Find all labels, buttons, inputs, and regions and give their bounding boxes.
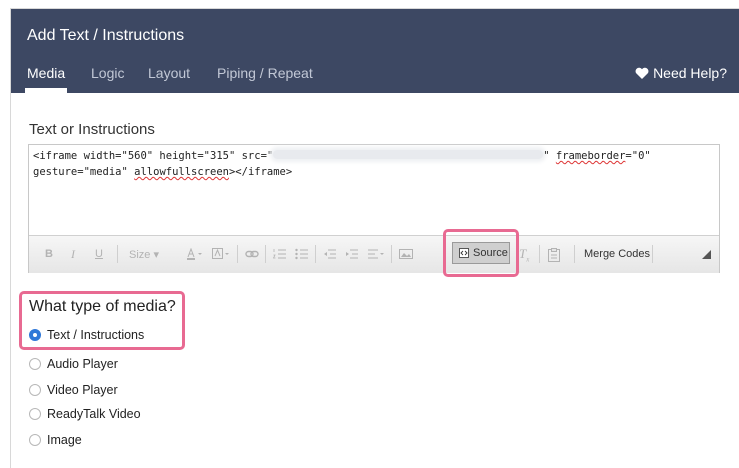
code-segment: <iframe width="560" height="315" src=" <box>33 150 274 162</box>
code-segment: ="0" <box>625 150 651 162</box>
toolbar-separator <box>265 245 266 263</box>
dialog-header: Add Text / Instructions Media Logic Layo… <box>11 9 739 93</box>
radio-icon[interactable] <box>29 434 41 446</box>
align-dropdown-icon[interactable] <box>367 248 387 263</box>
bulleted-list-icon[interactable] <box>295 248 309 263</box>
editor-toolbar: B I U Size ▾ Source Tx Merge Codes <box>29 235 719 273</box>
toolbar-separator <box>652 245 653 263</box>
radio-icon[interactable] <box>29 358 41 370</box>
toolbar-separator <box>237 245 238 263</box>
size-dropdown[interactable]: Size ▾ <box>129 248 159 261</box>
code-segment: " <box>543 150 556 162</box>
media-option-label: ReadyTalk Video <box>47 407 141 421</box>
italic-button[interactable]: I <box>71 247 75 262</box>
source-button-highlight <box>443 229 519 277</box>
radio-icon[interactable] <box>29 384 41 396</box>
media-option-label: Image <box>47 433 82 447</box>
toolbar-separator <box>574 245 575 263</box>
toolbar-separator <box>539 245 540 263</box>
underline-button[interactable]: U <box>95 248 103 260</box>
outdent-icon[interactable] <box>323 248 337 263</box>
size-label: Size <box>129 249 151 261</box>
code-segment: frameborder <box>555 150 626 162</box>
bold-button[interactable]: B <box>45 248 53 260</box>
paste-icon[interactable] <box>548 248 560 265</box>
need-help-link[interactable]: Need Help? <box>635 65 727 81</box>
radio-icon[interactable] <box>29 408 41 420</box>
blurred-url <box>273 150 544 159</box>
image-icon[interactable] <box>399 248 413 263</box>
need-help-label: Need Help? <box>653 65 727 81</box>
toolbar-separator <box>117 245 118 263</box>
code-segment: gesture="media" <box>33 166 135 178</box>
text-instructions-label: Text or Instructions <box>29 121 155 138</box>
toolbar-separator <box>391 245 392 263</box>
tab-media[interactable]: Media <box>24 65 68 93</box>
media-option-label: Audio Player <box>47 357 118 371</box>
tab-piping-repeat[interactable]: Piping / Repeat <box>217 65 313 81</box>
code-segment: allowfullscreen <box>134 166 229 178</box>
indent-icon[interactable] <box>345 248 359 263</box>
tab-bar: Media Logic Layout Piping / Repeat Need … <box>11 65 739 93</box>
numbered-list-icon[interactable] <box>272 248 287 263</box>
tab-layout[interactable]: Layout <box>148 65 190 81</box>
clear-formatting-icon[interactable]: Tx <box>519 246 529 264</box>
rich-text-editor[interactable]: <iframe width="560" height="315" src=" " … <box>28 144 720 273</box>
dialog-title: Add Text / Instructions <box>27 27 185 44</box>
resize-handle-icon[interactable] <box>702 250 711 259</box>
tab-logic[interactable]: Logic <box>91 65 124 81</box>
merge-codes-button[interactable]: Merge Codes <box>584 248 650 260</box>
heart-icon <box>635 67 649 79</box>
text-color-icon[interactable] <box>187 247 205 263</box>
chevron-down-icon: ▾ <box>153 249 159 261</box>
background-color-icon[interactable] <box>212 248 232 263</box>
link-icon[interactable] <box>245 248 259 263</box>
code-segment: ></iframe> <box>228 166 293 178</box>
media-option-label: Video Player <box>47 383 118 397</box>
media-type-highlight <box>19 291 185 350</box>
source-code-area[interactable]: <iframe width="560" height="315" src=" " … <box>33 148 713 180</box>
toolbar-separator <box>315 245 316 263</box>
